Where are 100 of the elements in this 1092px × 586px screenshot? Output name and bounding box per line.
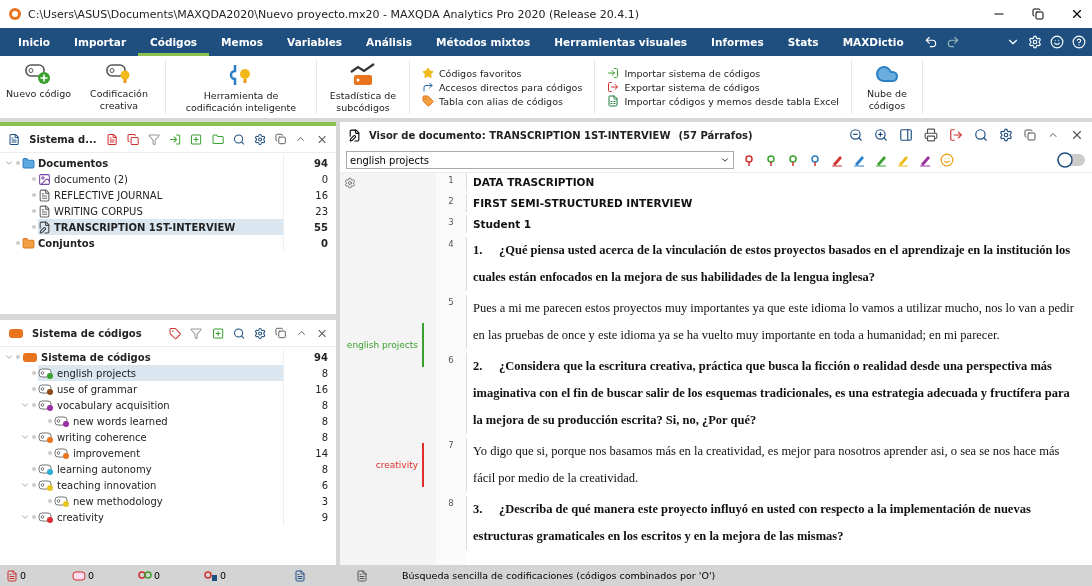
count-cell: 8 bbox=[283, 413, 336, 429]
window-title: C:\Users\ASUS\Documents\MAXQDA2020\Nuevo proyecto.mx20 - MAXQDA Analytics Pro 2020 (Release 20.4.1) bbox=[28, 7, 640, 21]
search-icon[interactable] bbox=[232, 326, 245, 340]
code-item[interactable]: new methodology bbox=[54, 493, 283, 509]
document-icon bbox=[38, 204, 51, 218]
image-icon bbox=[38, 172, 51, 186]
code-system-icon bbox=[22, 351, 38, 363]
highlighter-icon[interactable] bbox=[830, 153, 844, 167]
feedback-button[interactable] bbox=[1050, 35, 1064, 49]
help-button[interactable] bbox=[1072, 35, 1086, 49]
tag-icon[interactable] bbox=[169, 326, 182, 340]
menu-tab[interactable]: Informes bbox=[699, 28, 776, 56]
ribbon-item[interactable]: Importar códigos y memos desde tabla Excel bbox=[607, 95, 839, 107]
user-code-icon bbox=[204, 569, 218, 582]
ribbon-item[interactable]: Exportar sistema de códigos bbox=[607, 81, 839, 93]
ribbon-button[interactable]: Nuevo código bbox=[0, 56, 77, 118]
new-document-icon[interactable] bbox=[190, 132, 203, 146]
line-number: 2 bbox=[447, 195, 455, 208]
import-icon[interactable] bbox=[169, 132, 182, 146]
count-cell: 8 bbox=[283, 397, 336, 413]
ribbon-item[interactable]: Tabla con alias de códigos bbox=[422, 95, 583, 107]
search-icon[interactable] bbox=[232, 132, 245, 146]
count-cell: 94 bbox=[283, 349, 336, 365]
zoom-out-icon[interactable] bbox=[849, 128, 863, 142]
highlighter-icon[interactable] bbox=[852, 153, 866, 167]
highlighter-icon[interactable] bbox=[918, 153, 932, 167]
tree-item[interactable]: documento (2) bbox=[38, 171, 283, 187]
close-button[interactable] bbox=[1070, 7, 1084, 21]
document-set-icon[interactable] bbox=[105, 132, 118, 146]
code-item[interactable]: improvement bbox=[54, 445, 283, 461]
undock-icon[interactable] bbox=[1024, 129, 1036, 141]
search-icon[interactable] bbox=[974, 128, 988, 142]
ribbon-button[interactable]: Nube de códigos bbox=[855, 56, 918, 118]
zoom-in-icon[interactable] bbox=[874, 128, 888, 142]
undock-icon[interactable] bbox=[275, 133, 287, 145]
print-icon[interactable] bbox=[924, 128, 938, 142]
menu-tab[interactable]: Stats bbox=[775, 28, 831, 56]
menu-tab[interactable]: Memos bbox=[209, 28, 276, 56]
settings-icon[interactable] bbox=[254, 132, 267, 146]
coding-tool-icon[interactable] bbox=[808, 153, 822, 167]
status-counter: 0 bbox=[132, 569, 198, 582]
status-icon bbox=[294, 569, 306, 582]
status-counter: 0 bbox=[198, 569, 264, 582]
menu-tab[interactable]: Herramientas visuales bbox=[542, 28, 700, 56]
count-cell: 55 bbox=[283, 219, 336, 235]
filter-icon[interactable] bbox=[147, 132, 161, 146]
code-item[interactable]: new words learned bbox=[54, 413, 283, 429]
count-cell: 0 bbox=[283, 235, 336, 251]
coding-tool-icon[interactable] bbox=[786, 153, 800, 167]
menu-tab[interactable]: Importar bbox=[62, 28, 139, 56]
code-item[interactable]: use of grammar bbox=[38, 381, 283, 397]
menu-tab[interactable]: Análisis bbox=[354, 28, 425, 56]
highlighter-icon[interactable] bbox=[874, 153, 888, 167]
menu-tab[interactable]: Inicio bbox=[6, 28, 63, 56]
count-cell: 3 bbox=[283, 493, 336, 509]
tree-item[interactable]: TRANSCRIPTION 1ST-INTERVIEW bbox=[38, 219, 283, 235]
settings-icon[interactable] bbox=[999, 128, 1013, 142]
spreadsheet-icon bbox=[607, 95, 620, 107]
code-item[interactable]: writing coherence bbox=[38, 429, 283, 445]
tree-item[interactable]: Conjuntos bbox=[22, 235, 283, 251]
panel-icon[interactable] bbox=[899, 128, 913, 142]
count-cell: 0 bbox=[283, 171, 336, 187]
ribbon-button[interactable]: Codificación creativa bbox=[77, 56, 161, 118]
restore-button[interactable] bbox=[1032, 8, 1044, 20]
status-counter: 0 bbox=[0, 569, 66, 582]
ribbon-button[interactable]: Herramienta de codificación inteligente bbox=[170, 56, 312, 118]
settings-icon[interactable] bbox=[254, 326, 267, 340]
export-icon bbox=[607, 81, 620, 93]
code-item[interactable]: creativity bbox=[38, 509, 283, 525]
coding-tool-icon[interactable] bbox=[742, 153, 756, 167]
export-icon[interactable] bbox=[949, 128, 963, 142]
close-icon[interactable] bbox=[1070, 128, 1084, 142]
tree-item[interactable]: REFLECTIVE JOURNAL bbox=[38, 187, 283, 203]
new-folder-icon[interactable] bbox=[211, 132, 224, 146]
menu-tab[interactable]: MAXDictio bbox=[830, 28, 916, 56]
filter-icon[interactable] bbox=[190, 326, 203, 340]
count-cell: 6 bbox=[283, 477, 336, 493]
code-item[interactable]: vocabulary acquisition bbox=[38, 397, 283, 413]
redo-button[interactable] bbox=[946, 35, 960, 49]
menu-tab[interactable]: Métodos mixtos bbox=[424, 28, 543, 56]
tree-item[interactable]: Sistema de códigos bbox=[22, 349, 283, 365]
edit-toggle-icon[interactable] bbox=[1056, 152, 1086, 168]
settings-button[interactable] bbox=[1028, 35, 1042, 49]
code-item[interactable]: teaching innovation bbox=[38, 477, 283, 493]
new-code-icon[interactable] bbox=[211, 326, 224, 340]
coding-tool-icon[interactable] bbox=[764, 153, 778, 167]
ribbon-item[interactable]: Importar sistema de códigos bbox=[607, 67, 839, 79]
copy-icon[interactable] bbox=[126, 132, 139, 146]
ribbon-item[interactable]: Códigos favoritos bbox=[422, 67, 583, 79]
tree-item[interactable]: WRITING CORPUS bbox=[38, 203, 283, 219]
line-number: 6 bbox=[447, 354, 455, 367]
code-item[interactable]: learning autonomy bbox=[38, 461, 283, 477]
ribbon-item[interactable]: Accesos directos para códigos bbox=[422, 81, 583, 93]
ribbon-button[interactable]: Estadística de subcódigos bbox=[321, 56, 405, 118]
code-dropdown[interactable]: english projects bbox=[346, 151, 734, 169]
menu-tab[interactable]: Variables bbox=[275, 28, 355, 56]
undock-icon[interactable] bbox=[275, 327, 287, 339]
code-item[interactable]: english projects bbox=[38, 365, 283, 381]
tree-item[interactable]: Documentos bbox=[22, 155, 283, 171]
undo-button[interactable] bbox=[924, 35, 938, 49]
